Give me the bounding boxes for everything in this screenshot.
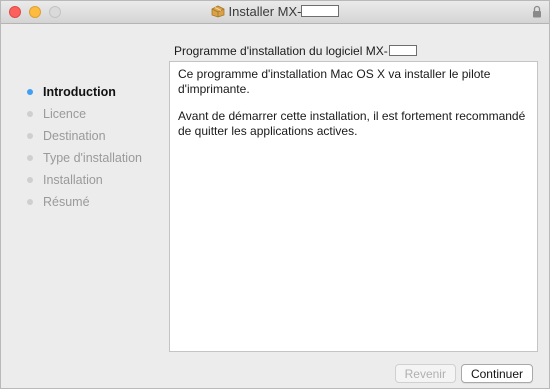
- step-summary: Résumé: [27, 193, 167, 215]
- step-introduction: Introduction: [27, 83, 167, 105]
- step-indicator-dot: [27, 199, 33, 205]
- installer-package-icon: [211, 5, 224, 18]
- step-destination: Destination: [27, 127, 167, 149]
- back-button: Revenir: [394, 364, 456, 383]
- steps-sidebar: Introduction Licence Destination Type d'…: [27, 83, 167, 215]
- step-installation: Installation: [27, 171, 167, 193]
- installer-heading: Programme d'installation du logiciel MX-: [174, 44, 417, 58]
- title-bar[interactable]: Installer MX-: [1, 1, 549, 24]
- step-indicator-dot: [27, 111, 33, 117]
- window-title: Installer MX-: [1, 4, 549, 20]
- redacted-model-box: [388, 45, 417, 56]
- step-indicator-dot: [27, 177, 33, 183]
- intro-paragraph: Avant de démarrer cette installation, il…: [178, 109, 526, 138]
- step-licence: Licence: [27, 105, 167, 127]
- continue-button[interactable]: Continuer: [460, 364, 533, 383]
- intro-paragraph: Ce programme d'installation Mac OS X va …: [178, 67, 491, 96]
- navigation-buttons: Revenir Continuer: [394, 364, 533, 383]
- redacted-model-box: [301, 5, 340, 17]
- introduction-content-pane[interactable]: Ce programme d'installation Mac OS X va …: [169, 61, 538, 352]
- installer-window: Installer MX- Programme d'installation d…: [0, 0, 550, 389]
- lock-icon: [533, 5, 541, 18]
- step-indicator-dot: [27, 89, 33, 95]
- step-indicator-dot: [27, 155, 33, 161]
- window-title-text: Installer MX-: [228, 4, 302, 19]
- step-indicator-dot: [27, 133, 33, 139]
- step-installation-type: Type d'installation: [27, 149, 167, 171]
